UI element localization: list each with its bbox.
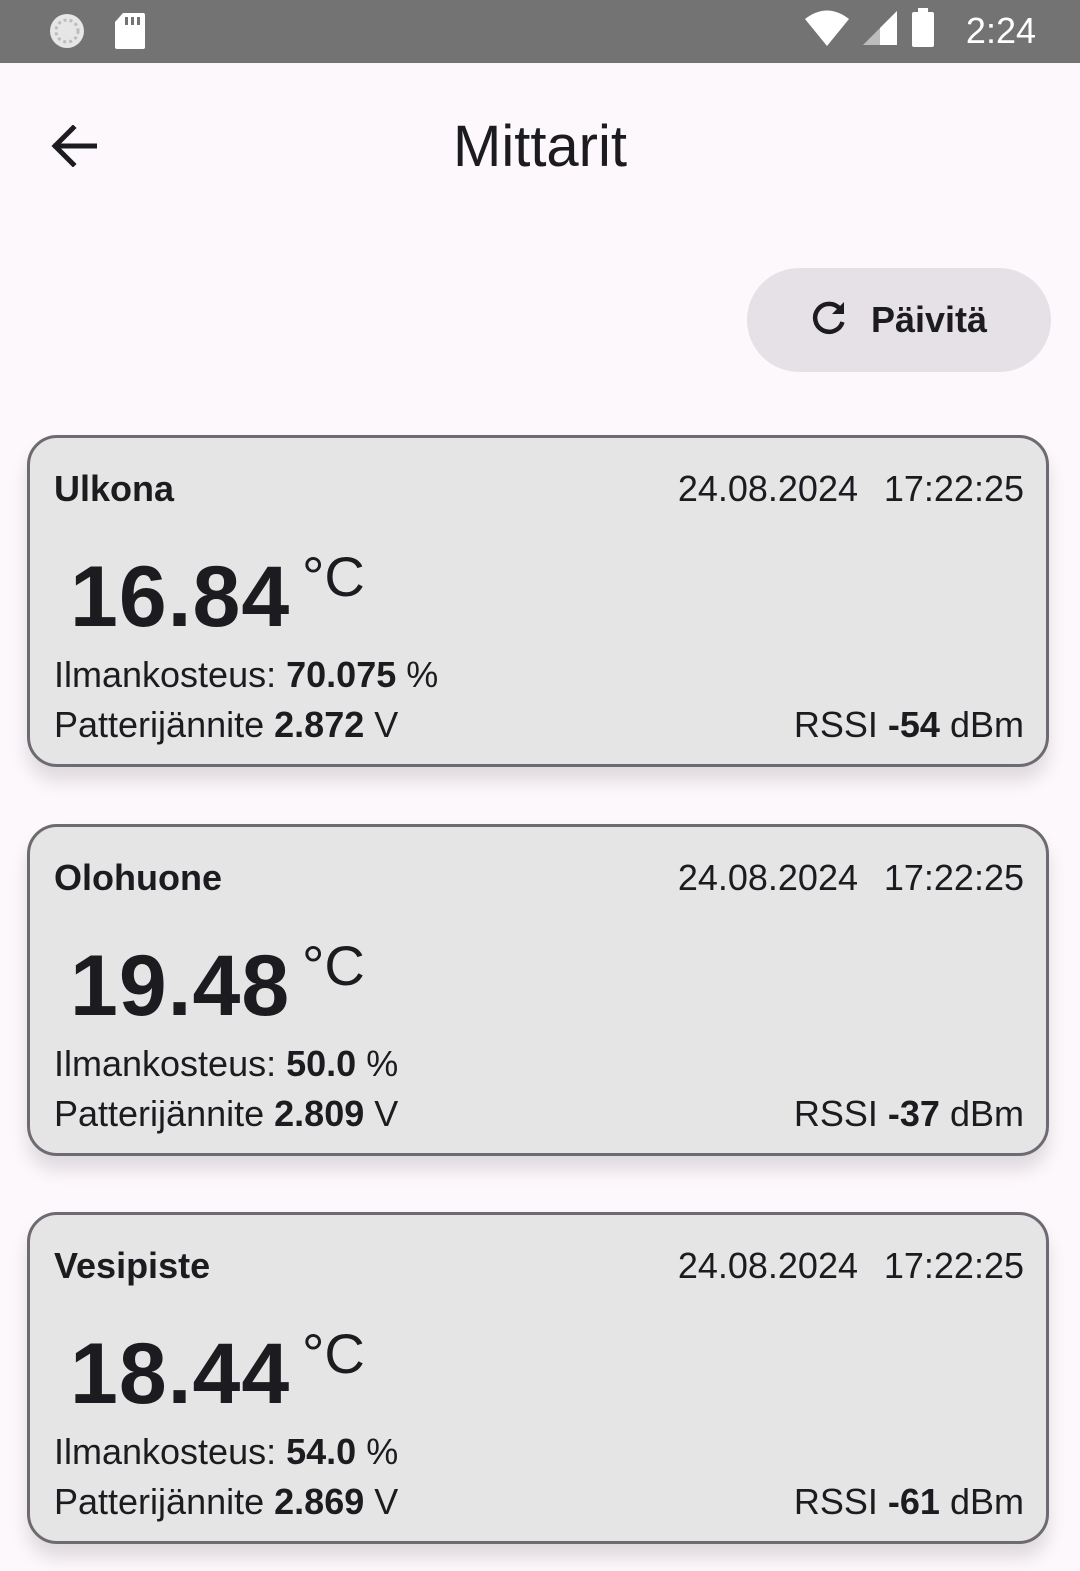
humidity-unit: % <box>406 654 439 695</box>
wifi-icon <box>804 8 850 53</box>
status-bar: 2:24 <box>0 0 1080 63</box>
temperature-unit: °C <box>302 1322 365 1385</box>
refresh-button[interactable]: Päivitä <box>747 268 1051 372</box>
rssi-label: RSSI <box>793 1093 878 1134</box>
humidity-label: Ilmankosteus: <box>54 1431 277 1472</box>
battery-icon <box>910 8 936 53</box>
humidity-unit: % <box>366 1043 399 1084</box>
sensor-card-olohuone[interactable]: Olohuone 24.08.2024 17:22:25 19.48 °C Il… <box>27 824 1049 1156</box>
humidity-label: Ilmankosteus: <box>54 1043 277 1084</box>
sensor-time: 17:22:25 <box>883 1245 1024 1286</box>
sensor-date: 24.08.2024 <box>677 468 858 509</box>
temperature-unit: °C <box>302 934 365 997</box>
sensor-card-ulkona[interactable]: Ulkona 24.08.2024 17:22:25 16.84 °C Ilma… <box>27 435 1049 767</box>
rssi-value: -54 <box>887 704 940 745</box>
status-bar-time: 2:24 <box>965 9 1036 51</box>
battery-label: Patterijännite <box>54 1481 265 1522</box>
battery-unit: V <box>374 1093 399 1134</box>
humidity-value: 54.0 <box>286 1431 357 1472</box>
temperature-row: 19.48 °C <box>70 934 365 1036</box>
refresh-button-label: Päivitä <box>870 299 988 340</box>
sensor-name: Olohuone <box>54 857 222 898</box>
rssi-unit: dBm <box>949 1481 1024 1522</box>
sensor-date: 24.08.2024 <box>677 1245 858 1286</box>
rssi-value: -61 <box>887 1481 940 1522</box>
refresh-icon <box>811 300 847 341</box>
rssi-line: RSSI -54 dBm <box>794 704 1024 746</box>
humidity-value: 50.0 <box>286 1043 357 1084</box>
sensor-name: Ulkona <box>54 468 175 509</box>
status-bar-left <box>48 12 146 55</box>
temperature-row: 16.84 °C <box>70 545 365 647</box>
battery-label: Patterijännite <box>54 704 265 745</box>
battery-line: Patterijännite 2.809 V <box>54 1093 398 1135</box>
humidity-unit: % <box>366 1431 399 1472</box>
humidity-line: Ilmankosteus: 54.0 % <box>54 1431 398 1473</box>
battery-value: 2.872 <box>274 704 365 745</box>
humidity-line: Ilmankosteus: 50.0 % <box>54 1043 398 1085</box>
sd-card-icon <box>114 12 146 55</box>
rssi-line: RSSI -37 dBm <box>794 1093 1024 1135</box>
rssi-line: RSSI -61 dBm <box>794 1481 1024 1523</box>
sensor-time: 17:22:25 <box>883 857 1024 898</box>
humidity-line: Ilmankosteus: 70.075 % <box>54 654 438 696</box>
page-title: Mittarit <box>453 114 627 179</box>
temperature-value: 16.84 <box>70 549 291 645</box>
battery-line: Patterijännite 2.872 V <box>54 704 398 746</box>
battery-value: 2.869 <box>274 1481 365 1522</box>
battery-value: 2.809 <box>274 1093 365 1134</box>
cell-signal-icon <box>862 10 898 51</box>
sensor-name: Vesipiste <box>54 1245 211 1286</box>
temperature-row: 18.44 °C <box>70 1322 365 1424</box>
top-app-bar: Mittarit <box>0 63 1080 233</box>
battery-unit: V <box>374 704 399 745</box>
temperature-value: 19.48 <box>70 938 291 1034</box>
battery-unit: V <box>374 1481 399 1522</box>
humidity-value: 70.075 <box>286 654 397 695</box>
sensor-time: 17:22:25 <box>883 468 1024 509</box>
temperature-unit: °C <box>302 545 365 608</box>
sensor-card-vesipiste[interactable]: Vesipiste 24.08.2024 17:22:25 18.44 °C I… <box>27 1212 1049 1544</box>
status-bar-right: 2:24 <box>804 8 1036 53</box>
humidity-label: Ilmankosteus: <box>54 654 277 695</box>
rssi-label: RSSI <box>793 1481 878 1522</box>
rssi-unit: dBm <box>949 704 1024 745</box>
rssi-label: RSSI <box>793 704 878 745</box>
battery-line: Patterijännite 2.869 V <box>54 1481 398 1523</box>
rssi-unit: dBm <box>949 1093 1024 1134</box>
battery-label: Patterijännite <box>54 1093 265 1134</box>
sync-icon <box>48 12 86 55</box>
sensor-date: 24.08.2024 <box>677 857 858 898</box>
rssi-value: -37 <box>887 1093 940 1134</box>
temperature-value: 18.44 <box>70 1326 291 1422</box>
